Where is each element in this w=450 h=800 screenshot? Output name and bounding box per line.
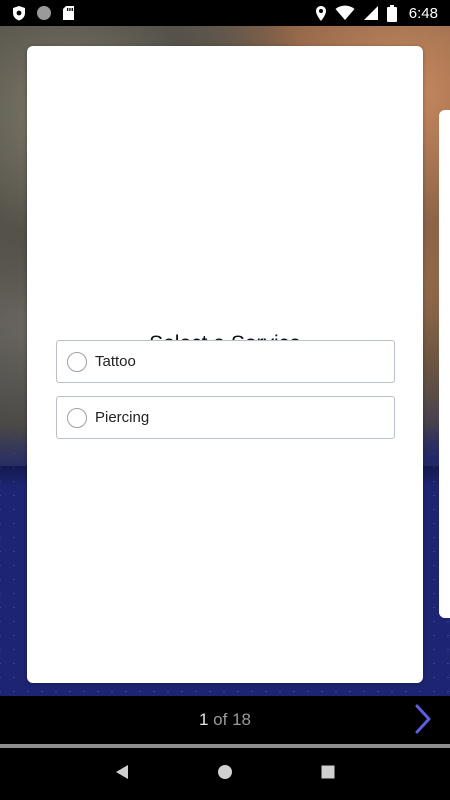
option-tattoo[interactable]: Tattoo bbox=[56, 340, 395, 383]
chevron-right-icon bbox=[414, 704, 432, 739]
shield-icon bbox=[12, 5, 26, 21]
back-icon bbox=[115, 764, 129, 785]
option-piercing[interactable]: Piercing bbox=[56, 396, 395, 439]
status-time: 6:48 bbox=[408, 4, 438, 22]
app-screen: 6:48 Select a Service Tattoo Piercing 1 … bbox=[0, 0, 450, 800]
home-icon bbox=[217, 764, 233, 785]
signal-icon bbox=[363, 5, 379, 21]
pager-bar: 1 of 18 bbox=[0, 696, 450, 744]
option-label: Tattoo bbox=[95, 353, 136, 370]
location-icon bbox=[315, 5, 327, 22]
page-separator: of bbox=[208, 710, 233, 729]
circle-icon bbox=[36, 5, 52, 21]
option-label: Piercing bbox=[95, 409, 150, 426]
status-bar: 6:48 bbox=[0, 0, 450, 26]
system-navigation-bar bbox=[0, 748, 450, 800]
sd-card-icon bbox=[62, 5, 75, 21]
recents-button[interactable] bbox=[313, 759, 343, 789]
next-card-preview[interactable] bbox=[439, 110, 450, 618]
battery-icon bbox=[386, 4, 397, 22]
next-button[interactable] bbox=[412, 704, 434, 739]
back-button[interactable] bbox=[107, 759, 137, 789]
page-indicator: 1 of 18 bbox=[199, 710, 251, 730]
radio-button[interactable] bbox=[67, 351, 87, 372]
radio-button[interactable] bbox=[67, 407, 87, 428]
wifi-icon bbox=[335, 5, 355, 21]
service-card: Select a Service Tattoo Piercing bbox=[27, 46, 423, 683]
home-button[interactable] bbox=[210, 759, 240, 789]
recents-icon bbox=[321, 765, 335, 784]
total-pages: 18 bbox=[232, 710, 251, 729]
